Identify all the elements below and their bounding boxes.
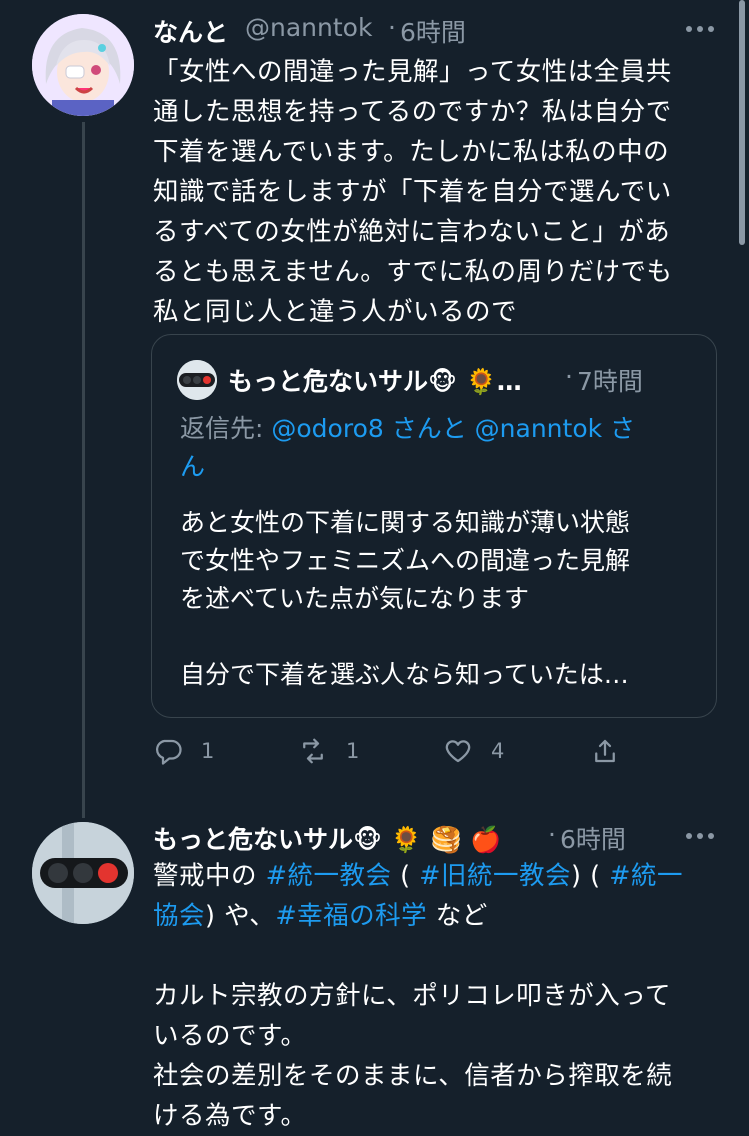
quoted-timestamp: 7時間	[577, 367, 643, 396]
hashtag-link[interactable]: #統一教会	[266, 861, 392, 891]
text-segment: など	[427, 901, 488, 931]
traffic-light-image	[177, 360, 217, 400]
reply-to-connector: さんと	[383, 414, 475, 443]
tweet2-timestamp[interactable]: 6時間	[560, 820, 626, 856]
tweet1-separator: ·	[388, 13, 396, 42]
avatar-anime-girl-image	[32, 14, 134, 116]
traffic-light-avatar-image	[32, 822, 134, 924]
tweet1-display-name[interactable]: なんと	[153, 13, 228, 49]
text-segment: 警戒中の	[153, 861, 266, 891]
thread-connector-line	[82, 122, 85, 818]
hashtag-link[interactable]: #統一	[609, 861, 683, 891]
hashtag-link[interactable]: #旧統一教会	[419, 861, 571, 891]
quoted-display-name: もっと危ないサル🐵 🌻…	[228, 367, 522, 396]
retweet-count: 1	[346, 739, 360, 763]
tweet2-text-rest: カルト宗教の方針に、ポリコレ叩きが入って いるのです。 社会の差別をそのままに、…	[153, 981, 673, 1131]
quoted-separator: ·	[565, 362, 573, 391]
avatar[interactable]	[32, 822, 134, 924]
quoted-avatar	[177, 360, 217, 400]
mention-nanntok[interactable]: @nanntok	[475, 414, 602, 443]
reply-to-prefix: 返信先:	[180, 414, 272, 443]
more-dots-icon[interactable]	[683, 14, 717, 48]
tweet1-timestamp[interactable]: 6時間	[400, 13, 466, 49]
like-button[interactable]: 4	[443, 736, 504, 766]
text-segment: ) (	[571, 861, 610, 891]
scrollbar-thumb[interactable]	[739, 0, 745, 245]
share-icon	[595, 739, 615, 763]
reply-count: 1	[201, 739, 215, 763]
text-segment: ) や、	[205, 901, 276, 931]
tweet1-text: 「女性への間違った見解」って女性は全員共 通した思想を持ってるのですか？私は自分…	[153, 57, 673, 327]
tweet1-handle[interactable]: @nanntok	[245, 13, 372, 42]
reply-button[interactable]: 1	[153, 736, 214, 766]
like-count: 4	[491, 739, 505, 763]
reply-icon	[156, 739, 182, 765]
retweet-button[interactable]: 1	[298, 736, 359, 766]
more-dots-icon[interactable]	[683, 821, 717, 855]
heart-icon	[445, 740, 471, 763]
avatar[interactable]	[32, 14, 134, 116]
hashtag-link[interactable]: #幸福の科学	[275, 901, 427, 931]
tweet2-separator: ·	[548, 820, 556, 849]
retweet-icon	[303, 738, 323, 764]
tweet2-text: 警戒中の #統一教会 ( #旧統一教会) ( #統一 協会) や、#幸福の科学 …	[153, 856, 733, 1136]
text-segment: (	[391, 861, 420, 891]
mention-odoro8[interactable]: @odoro8	[271, 414, 383, 443]
quoted-text: あと女性の下着に関する知識が薄い状態 で女性やフェミニズムへの間違った見解 を述…	[180, 508, 631, 689]
share-button[interactable]	[590, 736, 638, 766]
tweet2-display-name[interactable]: もっと危ないサル🐵 🌻 🥞 🍎	[153, 820, 501, 856]
hashtag-link-continued[interactable]: 協会	[153, 901, 205, 931]
quoted-reply-to: 返信先: @odoro8 さんと @nanntok さ ん	[180, 410, 680, 486]
